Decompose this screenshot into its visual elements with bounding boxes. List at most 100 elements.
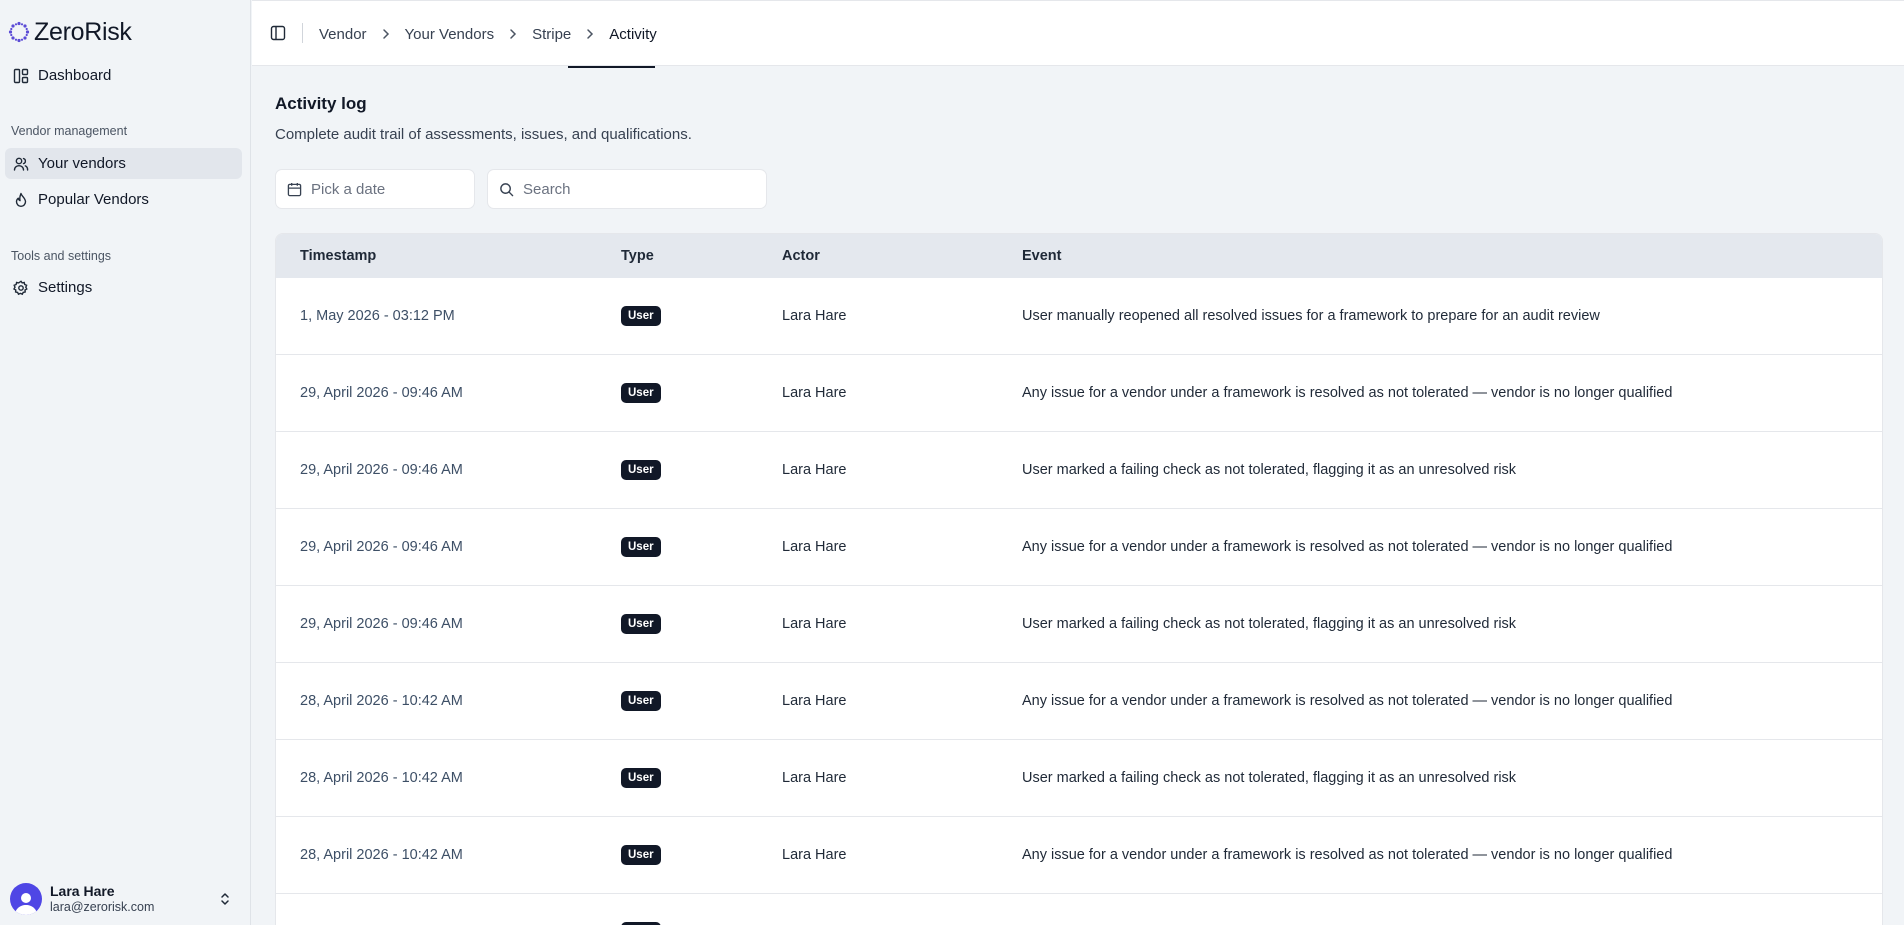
table-row[interactable]: 1, May 2026 - 03:12 PM User Lara Hare User …	[276, 278, 1882, 355]
type-badge: User	[621, 614, 661, 634]
row-event: Any issue for a vendor under a framework…	[1022, 539, 1673, 555]
table-row[interactable]: 29, April 2026 - 09:46 AM User Lara Hare An…	[276, 509, 1882, 586]
row-event: User manually reopened all resolved issu…	[1022, 308, 1600, 324]
type-badge: User	[621, 460, 661, 480]
user-name: Lara Hare	[50, 883, 115, 899]
active-tab-indicator	[568, 66, 655, 68]
row-actor: Lara Hare	[782, 616, 847, 632]
table-row[interactable]: 28, April 2026 - 10:42 AM User Lara Hare Us…	[276, 740, 1882, 817]
date-picker-placeholder: Pick a date	[311, 180, 386, 198]
row-event: Any issue for a vendor under a framework…	[1022, 847, 1673, 863]
row-event: User marked a failing check as not toler…	[1022, 462, 1517, 478]
column-header-type[interactable]: Type	[621, 248, 654, 264]
row-type: User	[621, 845, 661, 865]
type-badge: User	[621, 537, 661, 557]
column-header-event[interactable]: Event	[1022, 248, 1062, 264]
row-actor: Lara Hare	[782, 539, 847, 555]
sidebar-item-label: Dashboard	[38, 67, 112, 84]
type-badge: User	[621, 768, 661, 788]
row-timestamp: 28, April 2026 - 10:42 AM	[300, 847, 463, 863]
breadcrumb: Vendor Your Vendors Stripe Activity	[319, 23, 657, 45]
row-actor: Lara Hare	[782, 693, 847, 709]
section-tools-settings: Tools and settings	[11, 249, 112, 263]
sidebar-item-dashboard[interactable]: Dashboard	[5, 60, 242, 91]
sidebar-item-label: Settings	[38, 279, 93, 296]
search-icon	[500, 182, 514, 196]
user-avatar-icon	[15, 893, 37, 915]
sidebar-item-label: Popular Vendors	[38, 191, 149, 208]
divider	[302, 23, 303, 43]
calendar-icon	[287, 182, 302, 196]
page-title: Activity log	[275, 94, 367, 113]
page-description: Complete audit trail of assessments, iss…	[275, 126, 692, 143]
row-timestamp: 28, April 2026 - 10:42 AM	[300, 770, 463, 786]
sidebar-item-label: Your vendors	[38, 155, 126, 172]
sidebar-item-settings[interactable]: Settings	[5, 272, 242, 303]
row-actor: Lara Hare	[782, 308, 847, 324]
table-row[interactable]: 28, April 2026 - 10:42 AM User Lara Hare An…	[276, 663, 1882, 740]
type-badge: User	[621, 383, 661, 403]
table-row[interactable]: User	[276, 894, 1882, 925]
row-timestamp: 29, April 2026 - 09:46 AM	[300, 539, 463, 555]
row-type: User	[621, 768, 661, 788]
type-badge: User	[621, 691, 661, 711]
column-header-actor[interactable]: Actor	[782, 248, 820, 264]
table-row[interactable]: 28, April 2026 - 10:42 AM User Lara Hare An…	[276, 817, 1882, 894]
row-timestamp: 1, May 2026 - 03:12 PM	[300, 308, 455, 324]
chevron-right-icon	[382, 29, 389, 39]
sidebar-toggle-icon[interactable]	[270, 25, 286, 41]
table-body: 1, May 2026 - 03:12 PM User Lara Hare User …	[276, 278, 1882, 925]
dashboard-icon	[13, 68, 29, 83]
breadcrumb-vendor[interactable]: Vendor	[319, 26, 367, 43]
date-picker[interactable]: Pick a date	[275, 169, 475, 209]
row-type: User	[621, 614, 661, 634]
table-row[interactable]: 29, April 2026 - 09:46 AM User Lara Hare An…	[276, 355, 1882, 432]
breadcrumb-your-vendors[interactable]: Your Vendors	[405, 26, 495, 43]
search-input[interactable]	[523, 180, 743, 198]
row-actor: Lara Hare	[782, 847, 847, 863]
search-field[interactable]	[487, 169, 767, 209]
app-name: ZeroRisk	[34, 17, 132, 46]
avatar	[10, 883, 42, 915]
row-type: User	[621, 460, 661, 480]
table-row[interactable]: 29, April 2026 - 09:46 AM User Lara Hare Us…	[276, 432, 1882, 509]
chevron-right-icon	[510, 29, 517, 39]
zerorisk-logo-icon	[8, 21, 30, 43]
column-header-timestamp[interactable]: Timestamp	[300, 248, 376, 264]
flame-icon	[15, 192, 27, 207]
type-badge: User	[621, 306, 661, 326]
breadcrumb-stripe[interactable]: Stripe	[532, 26, 571, 43]
row-actor: Lara Hare	[782, 770, 847, 786]
row-timestamp: 28, April 2026 - 10:42 AM	[300, 693, 463, 709]
user-menu[interactable]: Lara Hare lara@zerorisk.com	[10, 880, 240, 918]
row-timestamp: 29, April 2026 - 09:46 AM	[300, 462, 463, 478]
row-type: User	[621, 383, 661, 403]
top-bar: Vendor Your Vendors Stripe Activity	[252, 0, 1904, 66]
table-row[interactable]: 29, April 2026 - 09:46 AM User Lara Hare Us…	[276, 586, 1882, 663]
chevrons-up-down-icon	[221, 893, 229, 905]
type-badge: User	[621, 845, 661, 865]
users-icon	[13, 157, 29, 171]
row-type: User	[621, 537, 661, 557]
sidebar: ZeroRisk Dashboard Vendor management You…	[0, 0, 251, 925]
row-timestamp: 29, April 2026 - 09:46 AM	[300, 385, 463, 401]
logo[interactable]: ZeroRisk	[8, 18, 132, 46]
row-timestamp: 29, April 2026 - 09:46 AM	[300, 616, 463, 632]
sidebar-item-popular-vendors[interactable]: Popular Vendors	[5, 184, 242, 215]
table-header: Timestamp Type Actor Event	[276, 234, 1882, 278]
row-type: User	[621, 306, 661, 326]
row-event: User marked a failing check as not toler…	[1022, 616, 1517, 632]
row-event: Any issue for a vendor under a framework…	[1022, 385, 1673, 401]
row-event: User marked a failing check as not toler…	[1022, 770, 1517, 786]
row-type: User	[621, 691, 661, 711]
row-actor: Lara Hare	[782, 385, 847, 401]
activity-table: Timestamp Type Actor Event 1, May 2026 -…	[275, 233, 1883, 925]
breadcrumb-activity: Activity	[609, 25, 657, 43]
section-vendor-management: Vendor management	[11, 124, 128, 138]
row-actor: Lara Hare	[782, 462, 847, 478]
row-event: Any issue for a vendor under a framework…	[1022, 693, 1673, 709]
chevron-right-icon	[587, 29, 594, 39]
user-email: lara@zerorisk.com	[50, 900, 155, 914]
sidebar-item-your-vendors[interactable]: Your vendors	[5, 148, 242, 179]
gear-icon	[13, 279, 28, 295]
